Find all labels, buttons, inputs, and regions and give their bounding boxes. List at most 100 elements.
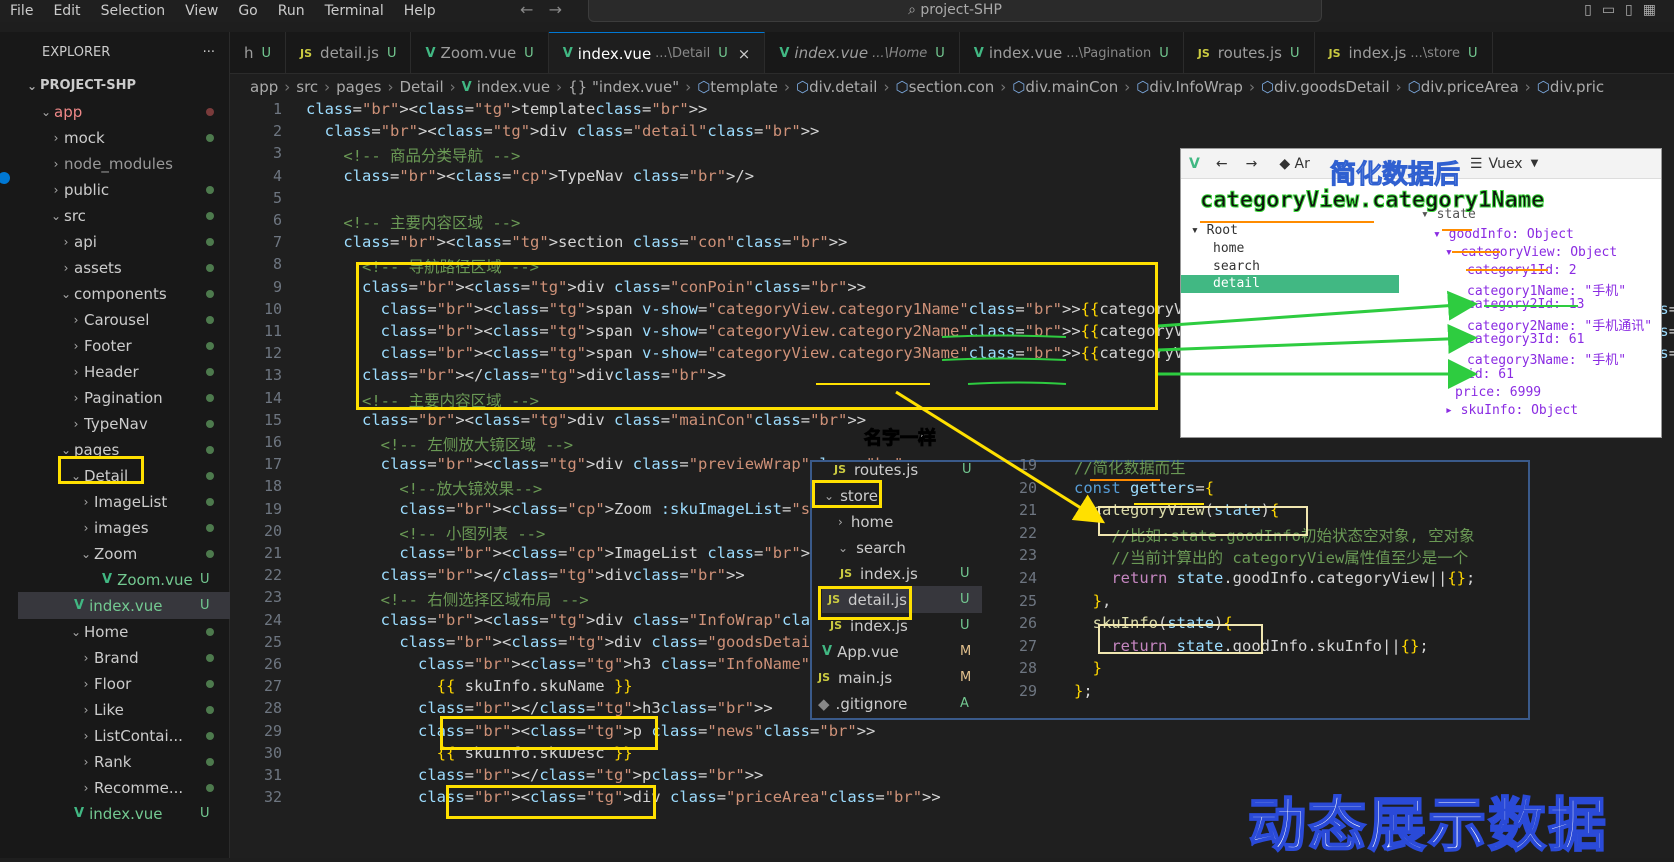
breadcrumb-item[interactable]: src	[296, 78, 318, 96]
tab-home-index-vue[interactable]: Vindex.vue ...\Home U	[765, 32, 960, 73]
inset-file-main-js[interactable]: JS main.js M	[818, 664, 971, 691]
tree-item-assets[interactable]: › assets	[18, 254, 230, 281]
tab-store-index-js[interactable]: JS index.js ...\store U	[1315, 32, 1493, 73]
inset-file-app-vue[interactable]: V App.vue M	[822, 638, 971, 665]
tree-item-imagelist[interactable]: › ImageList	[18, 488, 230, 515]
code-line[interactable]: class="br"></class="tg">pclass="br">>	[306, 766, 763, 784]
forward-arrow-icon[interactable]: →	[1246, 156, 1258, 172]
breadcrumb-item[interactable]: Detail	[399, 78, 443, 96]
tree-item-carousel[interactable]: › Carousel	[18, 306, 230, 333]
tree-item-recommend[interactable]: › Recomme...	[18, 774, 230, 801]
tree-item-rank[interactable]: › Rank	[18, 748, 230, 775]
code-line[interactable]: class="br"><class="tg">div class="mainCo…	[306, 411, 866, 429]
toggle-secondary-icon[interactable]: ▯	[1625, 2, 1643, 18]
components-icon[interactable]: ◆ Ar	[1279, 156, 1310, 172]
categoryview-key[interactable]: ▾ categoryView: Object	[1445, 245, 1617, 260]
code-line[interactable]: class="br"><class="cp">TypeNav class="br…	[306, 167, 754, 185]
breadcrumb-item[interactable]: div.priceArea	[1421, 78, 1519, 96]
breadcrumb-item[interactable]: div.pric	[1550, 78, 1604, 96]
code-line[interactable]: return state.goodInfo.categoryView||{};	[1074, 569, 1475, 587]
inset-file-gitignore[interactable]: ◆ .gitignore A	[818, 690, 969, 717]
breadcrumb-item[interactable]: div.goodsDetail	[1274, 78, 1390, 96]
code-line[interactable]: <!-- 商品分类导航 -->	[306, 144, 520, 166]
chevron-down-icon[interactable]: ▼	[1531, 158, 1539, 169]
tree-item-public[interactable]: › public	[18, 176, 230, 203]
menu-edit[interactable]: Edit	[43, 3, 90, 19]
code-line[interactable]: const getters={	[1074, 479, 1214, 497]
more-actions-icon[interactable]: ···	[203, 45, 215, 60]
breadcrumb-item[interactable]: {} "index.vue"	[568, 78, 679, 96]
tree-item-floor[interactable]: › Floor	[18, 670, 230, 697]
inset-folder-home[interactable]: › home	[830, 508, 893, 535]
module-home[interactable]: home	[1213, 241, 1244, 256]
menu-view[interactable]: View	[175, 3, 228, 19]
close-icon[interactable]: ×	[738, 45, 751, 63]
tab-truncated[interactable]: hU	[230, 32, 287, 73]
tab-detail-js[interactable]: JS detail.js U	[286, 32, 412, 73]
project-root[interactable]: ⌄ PROJECT-SHP	[18, 72, 230, 99]
breadcrumb-item[interactable]: div.detail	[809, 78, 877, 96]
goodinfo-key[interactable]: ▾ goodInfo: Object	[1433, 227, 1574, 242]
menu-terminal[interactable]: Terminal	[315, 3, 394, 19]
tree-item-api[interactable]: › api	[18, 228, 230, 255]
menu-help[interactable]: Help	[394, 3, 446, 19]
tree-item-footer[interactable]: › Footer	[18, 332, 230, 359]
tree-item-brand[interactable]: › Brand	[18, 644, 230, 671]
inset-folder-search[interactable]: ⌄ search	[830, 534, 906, 561]
code-line[interactable]: };	[1074, 682, 1093, 700]
forward-arrow-icon[interactable]: →	[549, 0, 562, 19]
code-line[interactable]: <!-- 左侧放大镜区域 -->	[306, 433, 574, 455]
tab-pagination-index-vue[interactable]: Vindex.vue ...\Pagination U	[960, 32, 1184, 73]
module-detail[interactable]: detail	[1181, 275, 1399, 293]
toggle-panel-icon[interactable]: ▭	[1602, 2, 1625, 18]
tree-item-typenav[interactable]: › TypeNav	[18, 410, 230, 437]
breadcrumb-item[interactable]: section.con	[909, 78, 995, 96]
tree-item-like[interactable]: › Like	[18, 696, 230, 723]
code-line[interactable]: <!--放大镜效果-->	[306, 477, 542, 499]
code-line[interactable]: class="br"><class="cp">ImageList class="…	[306, 544, 828, 562]
tree-item-pagination[interactable]: › Pagination	[18, 384, 230, 411]
tree-item-mock[interactable]: › mock	[18, 124, 230, 151]
skuinfo-key[interactable]: ▸ skuInfo: Object	[1445, 403, 1578, 418]
tree-item-zoom-vue[interactable]: V Zoom.vue U	[18, 566, 230, 593]
code-line[interactable]: {{ skuInfo.skuName }}	[306, 677, 633, 695]
inset-file-search-index[interactable]: JS index.js U	[840, 560, 970, 587]
tree-item-app[interactable]: ⌄ app	[18, 98, 230, 125]
tree-item-header[interactable]: › Header	[18, 358, 230, 385]
menu-file[interactable]: File	[0, 3, 43, 19]
code-line[interactable]: class="br"></class="tg">h3class="br">>	[306, 699, 773, 717]
breadcrumb-item[interactable]: div.InfoWrap	[1149, 78, 1243, 96]
tree-item-zoom[interactable]: ⌄ Zoom	[18, 540, 230, 567]
code-line[interactable]: }	[1074, 659, 1102, 677]
command-center[interactable]: ⌕ project-SHP	[588, 0, 1322, 22]
tab-zoom-vue[interactable]: V Zoom.vue U	[411, 32, 549, 73]
breadcrumb-item[interactable]: template	[710, 78, 778, 96]
back-arrow-icon[interactable]: ←	[520, 0, 533, 19]
code-line[interactable]: <!-- 主要内容区域 -->	[306, 211, 520, 233]
customize-layout-icon[interactable]: ▦	[1643, 2, 1666, 18]
breadcrumb-item[interactable]: app	[250, 78, 278, 96]
code-line[interactable]: <!-- 小图列表 -->	[306, 522, 545, 544]
inset-file-routes[interactable]: JS routes.js U	[826, 456, 972, 483]
code-line[interactable]: class="br"><class="tg">div class="detail…	[306, 122, 820, 140]
code-line[interactable]: class="br"></class="tg">divclass="br">>	[306, 566, 745, 584]
module-search[interactable]: search	[1213, 259, 1260, 274]
tree-item-images[interactable]: › images	[18, 514, 230, 541]
tree-item-home-index-vue[interactable]: Vindex.vue U	[18, 800, 230, 827]
breadcrumb-item[interactable]: pages	[336, 78, 381, 96]
vuex-tab[interactable]: Vuex	[1488, 156, 1522, 172]
code-line[interactable]: //简化数据而生	[1074, 456, 1186, 478]
menu-run[interactable]: Run	[268, 3, 315, 19]
back-arrow-icon[interactable]: ←	[1216, 156, 1228, 172]
tree-item-listcontainer[interactable]: › ListContai...	[18, 722, 230, 749]
tab-routes-js[interactable]: JS routes.js U	[1184, 32, 1315, 73]
toggle-sidebar-icon[interactable]: ▯	[1584, 2, 1602, 18]
code-line[interactable]: class="br"><class="tg">div class="InfoWr…	[306, 611, 894, 629]
tree-item-node-modules[interactable]: › node_modules	[18, 150, 230, 177]
code-line[interactable]: //当前计算出的 categoryView属性值至少是一个	[1074, 546, 1468, 568]
tree-item-detail-index-vue[interactable]: Vindex.vue U	[18, 592, 230, 619]
breadcrumb-item[interactable]: div.mainCon	[1025, 78, 1118, 96]
tree-item-src[interactable]: ⌄ src	[18, 202, 230, 229]
tree-item-components[interactable]: ⌄ components	[18, 280, 230, 307]
code-line[interactable]: class="br"><class="tg">templateclass="br…	[306, 100, 707, 118]
